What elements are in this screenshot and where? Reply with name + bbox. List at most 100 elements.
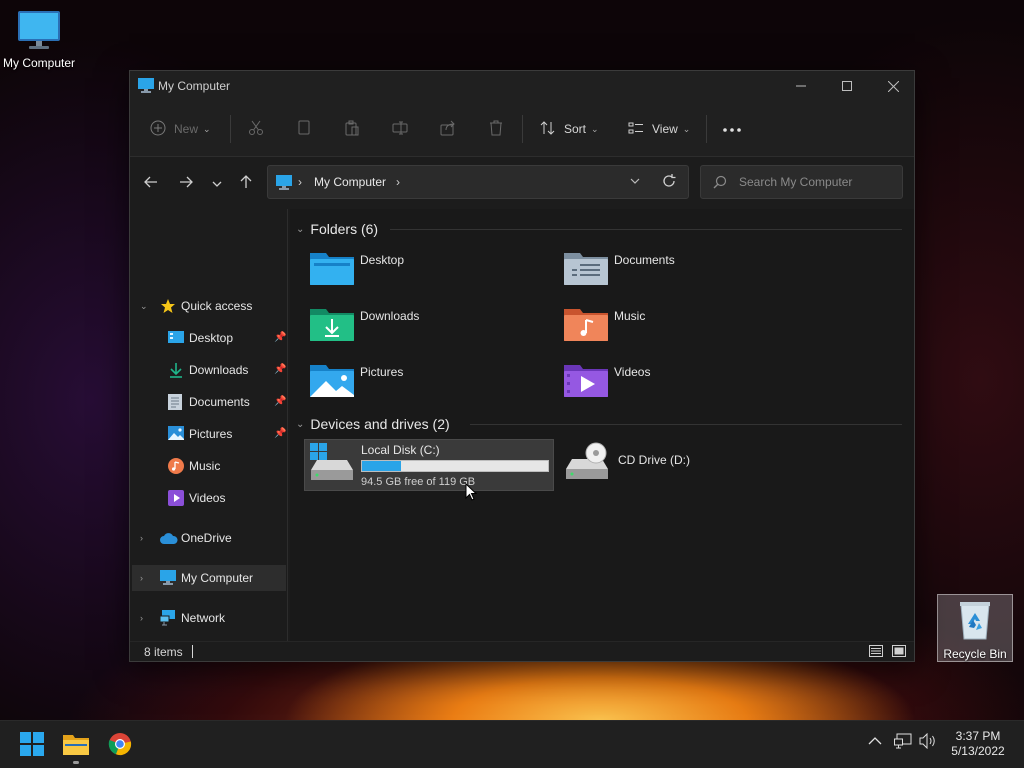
more-options-button[interactable] — [722, 117, 742, 141]
show-hidden-icons-button[interactable] — [868, 735, 882, 749]
file-explorer-taskbar-button[interactable] — [60, 729, 92, 761]
breadcrumb-my-computer[interactable]: My Computer — [314, 175, 386, 189]
view-button[interactable]: View ⌄ — [628, 117, 690, 141]
music-folder-icon — [564, 305, 608, 344]
sidebar-item-pictures[interactable]: Pictures 📌 — [132, 421, 286, 447]
folders-group-header[interactable]: ⌄ Folders (6) — [296, 219, 378, 239]
view-button-label: View — [652, 122, 678, 136]
sidebar-item-videos[interactable]: Videos — [132, 485, 286, 511]
desktop-icon — [168, 330, 184, 347]
chevron-down-icon: ⌄ — [591, 123, 599, 134]
chevron-down-icon: ⌄ — [682, 123, 691, 134]
drive-usage-bar — [361, 460, 549, 472]
address-bar[interactable]: › My Computer › — [267, 165, 689, 199]
folder-videos[interactable]: Videos — [564, 361, 814, 405]
windows-logo-icon — [20, 731, 44, 759]
chevron-right-icon[interactable]: › — [140, 573, 143, 583]
system-clock[interactable]: 3:37 PM 5/13/2022 — [940, 729, 1016, 759]
search-input[interactable] — [739, 174, 894, 190]
share-icon — [440, 120, 456, 139]
sidebar-item-network[interactable]: › Network — [132, 605, 286, 631]
close-button[interactable] — [870, 71, 916, 101]
arrow-up-icon — [240, 174, 252, 192]
downloads-folder-icon — [310, 305, 354, 344]
sort-button-label: Sort — [564, 122, 587, 136]
sidebar-item-documents[interactable]: Documents 📌 — [132, 389, 286, 415]
back-button[interactable] — [139, 171, 163, 195]
chevron-right-icon[interactable]: › — [140, 613, 143, 623]
folder-desktop[interactable]: Desktop — [310, 249, 560, 293]
recent-locations-button[interactable] — [205, 171, 229, 195]
sidebar-item-onedrive[interactable]: › OneDrive — [132, 525, 286, 551]
desktop-icon-my-computer[interactable]: My Computer — [1, 10, 77, 70]
forward-button[interactable] — [174, 171, 198, 195]
chevron-right-icon[interactable]: › — [140, 533, 143, 543]
drive-local-disk-c[interactable]: Local Disk (C:) 94.5 GB free of 119 GB — [304, 439, 554, 491]
large-icons-view-button[interactable] — [891, 644, 907, 658]
search-box[interactable] — [700, 165, 903, 199]
chevron-down-icon[interactable]: ⌄ — [140, 301, 148, 312]
pin-icon: 📌 — [274, 364, 287, 375]
rename-button[interactable] — [392, 117, 408, 141]
folder-documents[interactable]: Documents — [564, 249, 814, 293]
download-arrow-icon — [168, 362, 184, 381]
drive-free-space: 94.5 GB free of 119 GB — [361, 476, 476, 488]
folder-pictures[interactable]: Pictures — [310, 361, 560, 405]
folder-downloads[interactable]: Downloads — [310, 305, 560, 349]
folder-music[interactable]: Music — [564, 305, 814, 349]
chevron-down-icon: ⌄ — [203, 123, 211, 134]
status-divider — [192, 645, 193, 658]
share-button[interactable] — [440, 117, 456, 141]
new-button-label: New — [174, 122, 199, 136]
network-tray-icon[interactable] — [894, 733, 912, 752]
breadcrumb-chevron-icon[interactable]: › — [396, 175, 400, 189]
delete-button[interactable] — [488, 117, 504, 141]
monitor-icon — [17, 11, 61, 53]
arrow-left-icon — [144, 176, 158, 191]
sidebar-item-downloads[interactable]: Downloads 📌 — [132, 357, 286, 383]
volume-icon[interactable] — [919, 732, 937, 752]
breadcrumb-chevron-icon: › — [298, 175, 302, 189]
folder-icon — [63, 733, 89, 758]
drive-name: Local Disk (C:) — [361, 443, 440, 457]
sidebar-item-label: OneDrive — [181, 531, 232, 545]
maximize-button[interactable] — [824, 71, 870, 101]
drives-group-title: Devices and drives (2) — [310, 416, 450, 432]
title-bar[interactable]: My Computer — [130, 71, 914, 101]
chrome-taskbar-button[interactable] — [104, 729, 136, 761]
sidebar-item-label: Documents — [189, 395, 250, 409]
sidebar-item-label: Pictures — [189, 427, 233, 441]
file-list-pane: ⌄ Folders (6) Desktop Documents Download… — [290, 209, 914, 641]
sort-button[interactable]: Sort ⌄ — [540, 117, 599, 141]
sidebar-item-my-computer[interactable]: › My Computer — [132, 565, 286, 591]
details-view-button[interactable] — [868, 644, 884, 658]
up-button[interactable] — [234, 171, 258, 195]
folder-name: Music — [614, 309, 646, 323]
sidebar-item-label: Music — [189, 459, 221, 473]
drive-usage-fill — [362, 461, 402, 471]
sidebar-item-label: My Computer — [181, 571, 254, 585]
sidebar-item-music[interactable]: Music — [132, 453, 286, 479]
copy-icon — [296, 120, 312, 139]
drive-cd-d[interactable]: CD Drive (D:) — [562, 439, 812, 491]
videos-folder-icon — [564, 361, 608, 400]
cd-drive-icon — [564, 441, 610, 484]
desktop-icon-label: Recycle Bin — [943, 647, 1007, 661]
pin-icon: 📌 — [274, 332, 287, 343]
minimize-button[interactable] — [778, 71, 824, 101]
drives-group-header[interactable]: ⌄ Devices and drives (2) — [296, 414, 450, 434]
drive-name: CD Drive (D:) — [618, 453, 690, 467]
sidebar-item-quick-access[interactable]: ⌄ Quick access — [132, 293, 286, 319]
desktop-icon-recycle-bin[interactable]: Recycle Bin — [937, 594, 1013, 662]
refresh-button[interactable] — [662, 173, 676, 192]
paste-button[interactable] — [344, 117, 360, 141]
new-button[interactable]: New ⌄ — [150, 117, 211, 141]
copy-button[interactable] — [296, 117, 312, 141]
address-history-dropdown[interactable] — [630, 174, 640, 191]
start-button[interactable] — [16, 729, 48, 761]
music-icon — [168, 458, 184, 477]
sidebar-item-desktop[interactable]: Desktop 📌 — [132, 325, 286, 351]
cut-button[interactable] — [248, 117, 264, 141]
desktop-icon-label: My Computer — [2, 56, 76, 70]
navigation-pane: ⌄ Quick access Desktop 📌 Downloads 📌 Doc… — [130, 209, 288, 641]
